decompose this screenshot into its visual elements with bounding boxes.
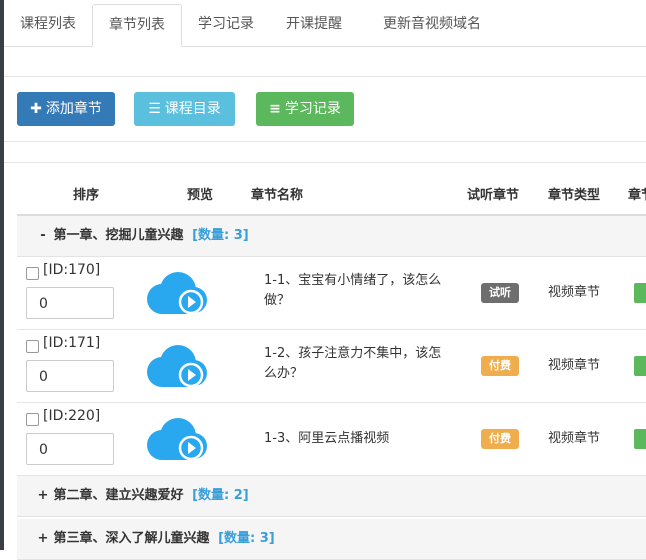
lesson-name: 1-3、阿里云点播视频: [264, 431, 390, 446]
table-row: [ID:170] 0 1-1、宝宝有小情绪了，该怎么做？ 试听 视频章节: [17, 257, 646, 330]
chapter-title: 第二章、建立兴趣爱好: [53, 488, 184, 503]
divider: [4, 141, 646, 142]
status-badge: [634, 429, 646, 449]
tab-bar: 课程列表 章节列表 学习记录 开课提醒 更新音视频域名: [4, 0, 646, 47]
header-trial: 试听章节: [467, 188, 520, 203]
trial-badge: 付费: [481, 429, 519, 449]
add-chapter-button[interactable]: ✚ 添加章节: [17, 92, 115, 126]
lesson-type: 视频章节: [548, 285, 601, 300]
header-sort: 排序: [73, 188, 100, 203]
row-checkbox[interactable]: [26, 413, 39, 426]
tab-course-list[interactable]: 课程列表: [8, 4, 88, 45]
header-preview: 预览: [187, 188, 214, 203]
sort-input[interactable]: 0: [26, 360, 114, 392]
chapter-row[interactable]: + 第三章、深入了解儿童兴趣 [数量: 3]: [17, 519, 646, 560]
header-type: 章节类型: [548, 188, 601, 203]
lesson-id: [ID:171]: [43, 335, 101, 351]
study-record-button[interactable]: ≡ 学习记录: [256, 92, 354, 126]
chapter-row[interactable]: - 第一章、挖掘儿童兴趣 [数量: 3]: [17, 216, 646, 257]
tab-update-media-domain[interactable]: 更新音视频域名: [362, 4, 502, 45]
sort-input[interactable]: 0: [26, 287, 114, 319]
tab-chapter-list[interactable]: 章节列表: [92, 4, 182, 47]
divider: [4, 162, 646, 163]
chapter-count: [数量: 3]: [218, 531, 275, 546]
table-row: [ID:220] 0 1-3、阿里云点播视频 付费 视频章节: [17, 403, 646, 476]
chapter-count: [数量: 3]: [192, 228, 249, 243]
plus-icon: ✚: [30, 101, 42, 117]
cloud-video-icon[interactable]: [145, 417, 209, 463]
lesson-type: 视频章节: [548, 358, 601, 373]
course-catalog-button[interactable]: ☰ 课程目录: [134, 92, 235, 126]
status-badge: [634, 356, 646, 376]
lesson-name: 1-1、宝宝有小情绪了，该怎么做？: [264, 273, 442, 308]
header-chapter-name: 章节名称: [251, 188, 304, 203]
list-icon: ☰: [148, 101, 161, 117]
trial-badge: 付费: [481, 356, 519, 376]
table-row: [ID:171] 0 1-2、孩子注意力不集中，该怎么办？ 付费 视频章节: [17, 330, 646, 403]
tab-study-record[interactable]: 学习记录: [186, 4, 266, 45]
expand-toggle[interactable]: +: [37, 476, 49, 516]
cloud-video-icon[interactable]: [145, 271, 209, 317]
status-badge: [634, 283, 646, 303]
left-sidebar-edge: [0, 0, 4, 550]
chapter-table: 排序 预览 章节名称 试听章节 章节类型 章节 - 第一章、挖掘儿童兴趣 [数量…: [17, 178, 646, 560]
lesson-id: [ID:170]: [43, 262, 101, 278]
divider: [4, 76, 646, 77]
lesson-id: [ID:220]: [43, 408, 101, 424]
sort-input[interactable]: 0: [26, 433, 114, 465]
chapter-count: [数量: 2]: [192, 488, 249, 503]
row-checkbox[interactable]: [26, 340, 39, 353]
expand-toggle[interactable]: +: [37, 519, 49, 559]
cloud-video-icon[interactable]: [145, 344, 209, 390]
lesson-name: 1-2、孩子注意力不集中，该怎么办？: [264, 346, 442, 381]
chapter-title: 第一章、挖掘儿童兴趣: [53, 228, 184, 243]
menu-icon: ≡: [269, 101, 281, 117]
trial-badge: 试听: [481, 283, 519, 303]
tab-course-reminder[interactable]: 开课提醒: [274, 4, 354, 45]
chapter-row[interactable]: + 第二章、建立兴趣爱好 [数量: 2]: [17, 476, 646, 517]
lesson-type: 视频章节: [548, 431, 601, 446]
row-checkbox[interactable]: [26, 267, 39, 280]
collapse-toggle[interactable]: -: [37, 216, 49, 256]
chapter-title: 第三章、深入了解儿童兴趣: [53, 531, 210, 546]
header-status: 章节: [628, 188, 646, 203]
